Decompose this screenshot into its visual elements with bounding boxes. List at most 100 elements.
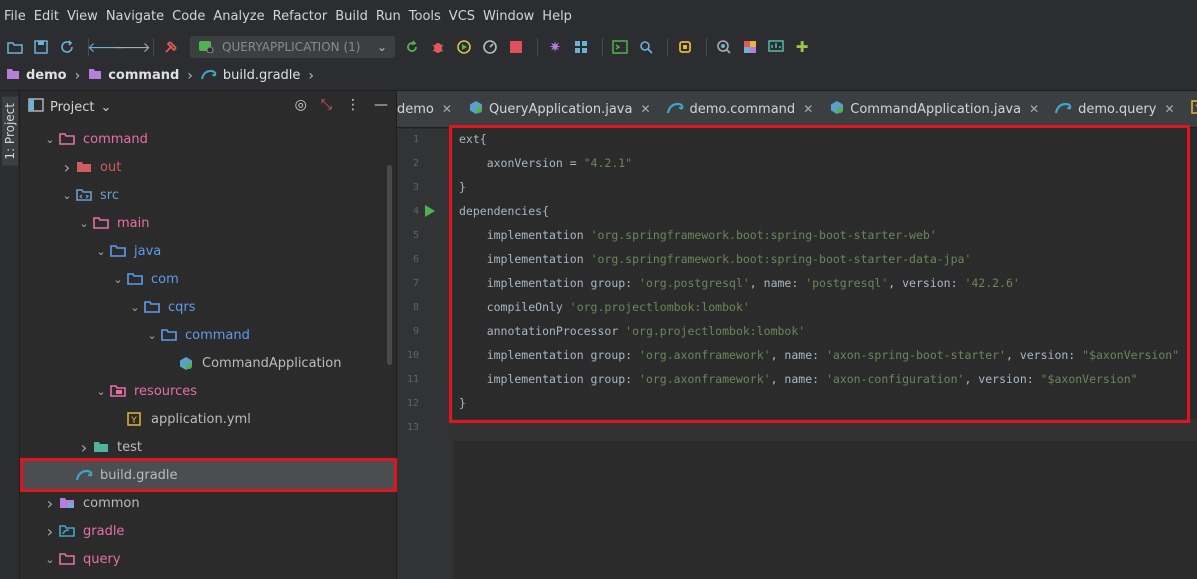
tree-item-commandapplication[interactable]: CommandApplication [20, 349, 397, 377]
tree-item-label: command [83, 131, 148, 147]
tree-item-command[interactable]: ⌄ command [20, 321, 397, 349]
tab-label: demo [397, 101, 434, 117]
tab-label: QueryApplication.java [488, 101, 633, 117]
rerun-icon[interactable] [401, 36, 423, 58]
code-line: axonVersion = "4.2.1" [459, 156, 633, 170]
chevron-down-icon[interactable]: ⌄ [100, 100, 111, 115]
menu-refactor[interactable]: Refactor [273, 9, 328, 24]
tree-item-out[interactable]: › out [20, 153, 397, 181]
menu-view[interactable]: View [67, 9, 98, 24]
tree-item-gradle[interactable]: › gradle [20, 517, 397, 545]
tree-item-src[interactable]: ⌄ src [20, 181, 397, 209]
open-folder-icon[interactable] [4, 36, 26, 58]
database-search-icon[interactable] [713, 36, 735, 58]
editor-tab-queryapplication-java[interactable]: QueryApplication.java ✕ [460, 91, 659, 127]
line-number: 8 [412, 302, 419, 313]
collapse-all-icon[interactable]: ⤡ [321, 97, 332, 113]
profiler-icon[interactable] [479, 36, 501, 58]
hide-panel-icon[interactable]: — [374, 97, 388, 113]
tree-scrollbar[interactable] [387, 165, 392, 365]
menu-run[interactable]: Run [376, 9, 401, 24]
run-gutter-icon[interactable] [425, 205, 435, 217]
menu-help[interactable]: Help [542, 9, 572, 24]
layout-colors-icon[interactable] [739, 36, 761, 58]
tree-item-command[interactable]: ⌄ command [20, 125, 397, 153]
run-configuration-selector[interactable]: QUERYAPPLICATION (1) ⌄ [190, 36, 395, 58]
tree-item-com[interactable]: ⌄ com [20, 265, 397, 293]
menu-analyze[interactable]: Analyze [213, 9, 264, 24]
line-number: 12 [406, 398, 419, 409]
locate-target-icon[interactable]: ◎ [295, 97, 307, 113]
search-icon[interactable] [635, 36, 657, 58]
debug-icon[interactable] [427, 36, 449, 58]
save-icon[interactable] [30, 36, 52, 58]
tree-item-main[interactable]: ⌄ main [20, 209, 397, 237]
collapsed-arrow-icon[interactable]: › [77, 438, 91, 457]
expand-arrow-icon[interactable]: ⌄ [43, 133, 57, 146]
menu-code[interactable]: Code [172, 9, 205, 24]
menu-window[interactable]: Window [483, 9, 534, 24]
breadcrumb-command[interactable]: command [88, 68, 179, 84]
build-hammer-icon[interactable] [160, 36, 182, 58]
expand-arrow-icon[interactable]: ⌄ [43, 553, 57, 566]
more-options-icon[interactable]: ⋮ [346, 97, 360, 113]
menu-build[interactable]: Build [335, 9, 368, 24]
folder-icon [59, 132, 77, 146]
project-structure-icon[interactable] [570, 36, 592, 58]
menu-edit[interactable]: Edit [34, 9, 59, 24]
menu-navigate[interactable]: Navigate [106, 9, 164, 24]
editor-tab-command-appli[interactable]: Ycommand₩...₩appli [1183, 91, 1197, 127]
tree-item-test[interactable]: › test [20, 433, 397, 461]
project-view-selector[interactable]: Project [50, 100, 94, 115]
project-tool-window-tab[interactable]: 1: Project [2, 97, 18, 166]
editor-tab-demo-query[interactable]: demo.query ✕ [1047, 91, 1182, 127]
run-coverage-icon[interactable] [453, 36, 475, 58]
gradle-icon [200, 68, 217, 84]
tree-item-cqrs[interactable]: ⌄ cqrs [20, 293, 397, 321]
plugin-icon[interactable] [674, 36, 696, 58]
breadcrumb-demo[interactable]: demo [6, 68, 67, 84]
tree-item-query[interactable]: ⌄ query [20, 545, 397, 573]
tree-item-label: main [117, 215, 150, 231]
menu-vcs[interactable]: VCS [449, 9, 475, 24]
expand-arrow-icon[interactable]: ⌄ [128, 301, 142, 314]
collapsed-arrow-icon[interactable]: › [60, 158, 74, 177]
menu-file[interactable]: File [4, 9, 26, 24]
editor-tab-demo[interactable]: demo ✕ [397, 91, 460, 127]
expand-arrow-icon[interactable]: ⌄ [94, 385, 108, 398]
collapsed-arrow-icon[interactable]: › [43, 522, 57, 541]
editor-tab-demo-command[interactable]: demo.command ✕ [659, 91, 822, 127]
tree-item-label: application.yml [151, 411, 251, 427]
tree-item-common[interactable]: › common [20, 489, 397, 517]
expand-arrow-icon[interactable]: ⌄ [111, 273, 125, 286]
close-tab-icon[interactable]: ✕ [1029, 102, 1039, 116]
tree-item-build-gradle[interactable]: build.gradle [20, 461, 397, 489]
tree-item-application-yml[interactable]: Yapplication.yml [20, 405, 397, 433]
chart-icon[interactable] [765, 36, 787, 58]
expand-arrow-icon[interactable]: ⌄ [94, 245, 108, 258]
close-tab-icon[interactable]: ✕ [803, 102, 813, 116]
tree-item-resources[interactable]: ⌄ resources [20, 377, 397, 405]
breadcrumb-build-gradle[interactable]: build.gradle [200, 68, 300, 84]
expand-arrow-icon[interactable]: ⌄ [77, 217, 91, 230]
chevron-right-icon: › [187, 67, 193, 84]
collapsed-arrow-icon[interactable]: › [43, 494, 57, 513]
menu-tools[interactable]: Tools [409, 9, 441, 24]
settings-gear-icon[interactable]: ✷ [544, 36, 566, 58]
stop-icon[interactable] [505, 36, 527, 58]
close-tab-icon[interactable]: ✕ [640, 102, 650, 116]
line-number: 13 [406, 422, 419, 433]
puzzle-plugin-icon[interactable]: ✚ [791, 36, 813, 58]
tree-item-java[interactable]: ⌄ java [20, 237, 397, 265]
editor-tab-commandapplication-java[interactable]: CommandApplication.java ✕ [821, 91, 1047, 127]
close-tab-icon[interactable]: ✕ [1164, 102, 1174, 116]
terminal-icon[interactable] [609, 36, 631, 58]
forward-arrow-icon[interactable]: 🡒 [113, 36, 151, 58]
expand-arrow-icon[interactable]: ⌄ [145, 329, 159, 342]
code-content[interactable]: ext{ axonVersion = "4.2.1"} dependencies{… [453, 129, 1197, 579]
spring-run-icon [198, 39, 214, 56]
yml-icon: Y [1190, 100, 1197, 118]
sync-icon[interactable] [56, 36, 78, 58]
expand-arrow-icon[interactable]: ⌄ [60, 189, 74, 202]
close-tab-icon[interactable]: ✕ [442, 102, 452, 116]
